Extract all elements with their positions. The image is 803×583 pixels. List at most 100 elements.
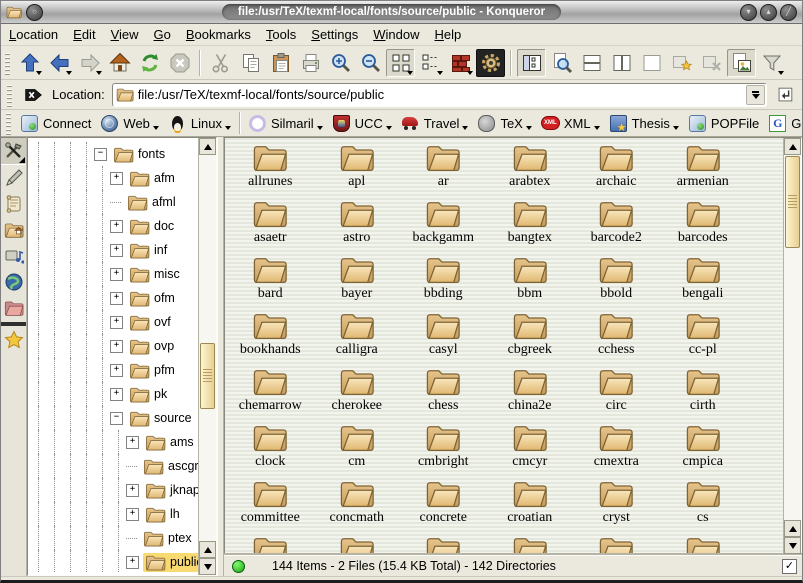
statusbar-extension-button[interactable]: ✓ <box>782 559 797 574</box>
up-button[interactable] <box>15 49 44 77</box>
split-left-right-button[interactable] <box>607 49 636 77</box>
folder-partial[interactable] <box>400 535 487 554</box>
tree-item-pfm[interactable]: +pfm <box>30 358 198 382</box>
expand-icon[interactable]: + <box>126 484 139 497</box>
collapse-icon[interactable]: − <box>110 412 123 425</box>
folder-bbold[interactable]: bbold <box>573 255 660 311</box>
tree-item-doc[interactable]: +doc <box>30 214 198 238</box>
expand-icon[interactable]: + <box>110 292 123 305</box>
scroll-up-button[interactable] <box>199 138 216 155</box>
folder-cmextra[interactable]: cmextra <box>573 423 660 479</box>
folder-cryst[interactable]: cryst <box>573 479 660 535</box>
home-button[interactable] <box>105 49 134 77</box>
folder-cm[interactable]: cm <box>314 423 401 479</box>
menu-tools[interactable]: Tools <box>266 27 296 42</box>
bookmark-tex[interactable]: TeX <box>473 113 536 134</box>
image-preview-button[interactable] <box>727 49 756 77</box>
folder-cherokee[interactable]: cherokee <box>314 367 401 423</box>
tree-item-afm[interactable]: +afm <box>30 166 198 190</box>
tree-scrollbar-thumb[interactable] <box>200 343 215 409</box>
folder-cirth[interactable]: cirth <box>660 367 747 423</box>
forward-button[interactable] <box>75 49 104 77</box>
expand-icon[interactable]: + <box>110 268 123 281</box>
expand-icon[interactable]: + <box>126 556 139 569</box>
folder-cmpica[interactable]: cmpica <box>660 423 747 479</box>
tree-item-ofm[interactable]: +ofm <box>30 286 198 310</box>
cut-button[interactable] <box>206 49 235 77</box>
menu-settings[interactable]: Settings <box>311 27 358 42</box>
icon-view-button[interactable] <box>386 49 415 77</box>
location-dropdown-button[interactable] <box>746 85 765 105</box>
tree-item-afml[interactable]: afml <box>30 190 198 214</box>
sidebar-tab-root[interactable] <box>1 295 26 321</box>
toolbar-drag-handle[interactable] <box>6 111 11 135</box>
folder-backgamm[interactable]: backgamm <box>400 199 487 255</box>
bookmark-ucc[interactable]: UCC <box>328 113 397 134</box>
folder-calligra[interactable]: calligra <box>314 311 401 367</box>
expand-icon[interactable]: + <box>110 316 123 329</box>
print-button[interactable] <box>296 49 325 77</box>
folder-partial[interactable] <box>487 535 574 554</box>
expand-icon[interactable]: + <box>110 172 123 185</box>
folder-bbding[interactable]: bbding <box>400 255 487 311</box>
bookmark-google[interactable]: Google <box>764 113 802 134</box>
folder-cmcyr[interactable]: cmcyr <box>487 423 574 479</box>
tree-item-pk[interactable]: +pk <box>30 382 198 406</box>
tree-item-ptex[interactable]: ptex <box>30 526 198 550</box>
folder-bengali[interactable]: bengali <box>660 255 747 311</box>
folder-apl[interactable]: apl <box>314 143 401 199</box>
folder-chemarrow[interactable]: chemarrow <box>227 367 314 423</box>
folder-committee[interactable]: committee <box>227 479 314 535</box>
folder-barcodes[interactable]: barcodes <box>660 199 747 255</box>
folder-armenian[interactable]: armenian <box>660 143 747 199</box>
expand-icon[interactable]: + <box>126 508 139 521</box>
close-view-button[interactable] <box>637 49 666 77</box>
sidebar-tab-services[interactable] <box>1 243 26 269</box>
sidebar-tab-history[interactable] <box>1 191 26 217</box>
folder-partial[interactable] <box>227 535 314 554</box>
expand-icon[interactable]: + <box>110 220 123 233</box>
back-button[interactable] <box>45 49 74 77</box>
sidebar-tab-home[interactable] <box>1 217 26 243</box>
sidebar-tab-bookmarks[interactable] <box>1 327 26 353</box>
expand-icon[interactable]: + <box>110 244 123 257</box>
tree-item-lh[interactable]: +lh <box>30 502 198 526</box>
go-button[interactable] <box>772 83 798 107</box>
folder-circ[interactable]: circ <box>573 367 660 423</box>
menu-location[interactable]: Location <box>9 27 58 42</box>
scroll-up-button[interactable] <box>199 541 216 558</box>
bookmark-popfile[interactable]: POPFile <box>684 113 764 134</box>
folder-asaetr[interactable]: asaetr <box>227 199 314 255</box>
clear-location-button[interactable] <box>21 83 45 107</box>
scroll-down-button[interactable] <box>784 537 801 554</box>
tree-scrollbar[interactable] <box>198 138 216 575</box>
expand-icon[interactable]: + <box>126 436 139 449</box>
panel-splitter[interactable] <box>217 137 224 576</box>
expand-icon[interactable]: + <box>110 340 123 353</box>
folder-croatian[interactable]: croatian <box>487 479 574 535</box>
filter-button[interactable] <box>757 49 786 77</box>
sidebar-toggle-button[interactable] <box>517 49 546 77</box>
sidebar-tab-tools[interactable] <box>1 137 26 165</box>
tree-item-ovf[interactable]: +ovf <box>30 310 198 334</box>
folder-china2e[interactable]: china2e <box>487 367 574 423</box>
folder-partial[interactable] <box>660 535 747 554</box>
maximize-button[interactable]: ▴ <box>760 4 777 21</box>
tree-item-jknappen[interactable]: +jknappen <box>30 478 198 502</box>
tree-item-inf[interactable]: +inf <box>30 238 198 262</box>
zoom-out-button[interactable] <box>356 49 385 77</box>
copy-button[interactable] <box>236 49 265 77</box>
tree-item-source[interactable]: −source <box>30 406 198 430</box>
bookmark-travel[interactable]: Travel <box>397 113 474 134</box>
folder-partial[interactable] <box>314 535 401 554</box>
gear-view-button[interactable] <box>476 49 505 77</box>
toolbar-drag-handle[interactable] <box>7 83 12 107</box>
menu-window[interactable]: Window <box>373 27 419 42</box>
folder-concrete[interactable]: concrete <box>400 479 487 535</box>
folder-bard[interactable]: bard <box>227 255 314 311</box>
folder-ar[interactable]: ar <box>400 143 487 199</box>
folder-astro[interactable]: astro <box>314 199 401 255</box>
bookmark-silmaril[interactable]: Silmaril <box>244 113 328 134</box>
menu-go[interactable]: Go <box>154 27 171 42</box>
bookmark-web[interactable]: Web <box>96 113 164 134</box>
